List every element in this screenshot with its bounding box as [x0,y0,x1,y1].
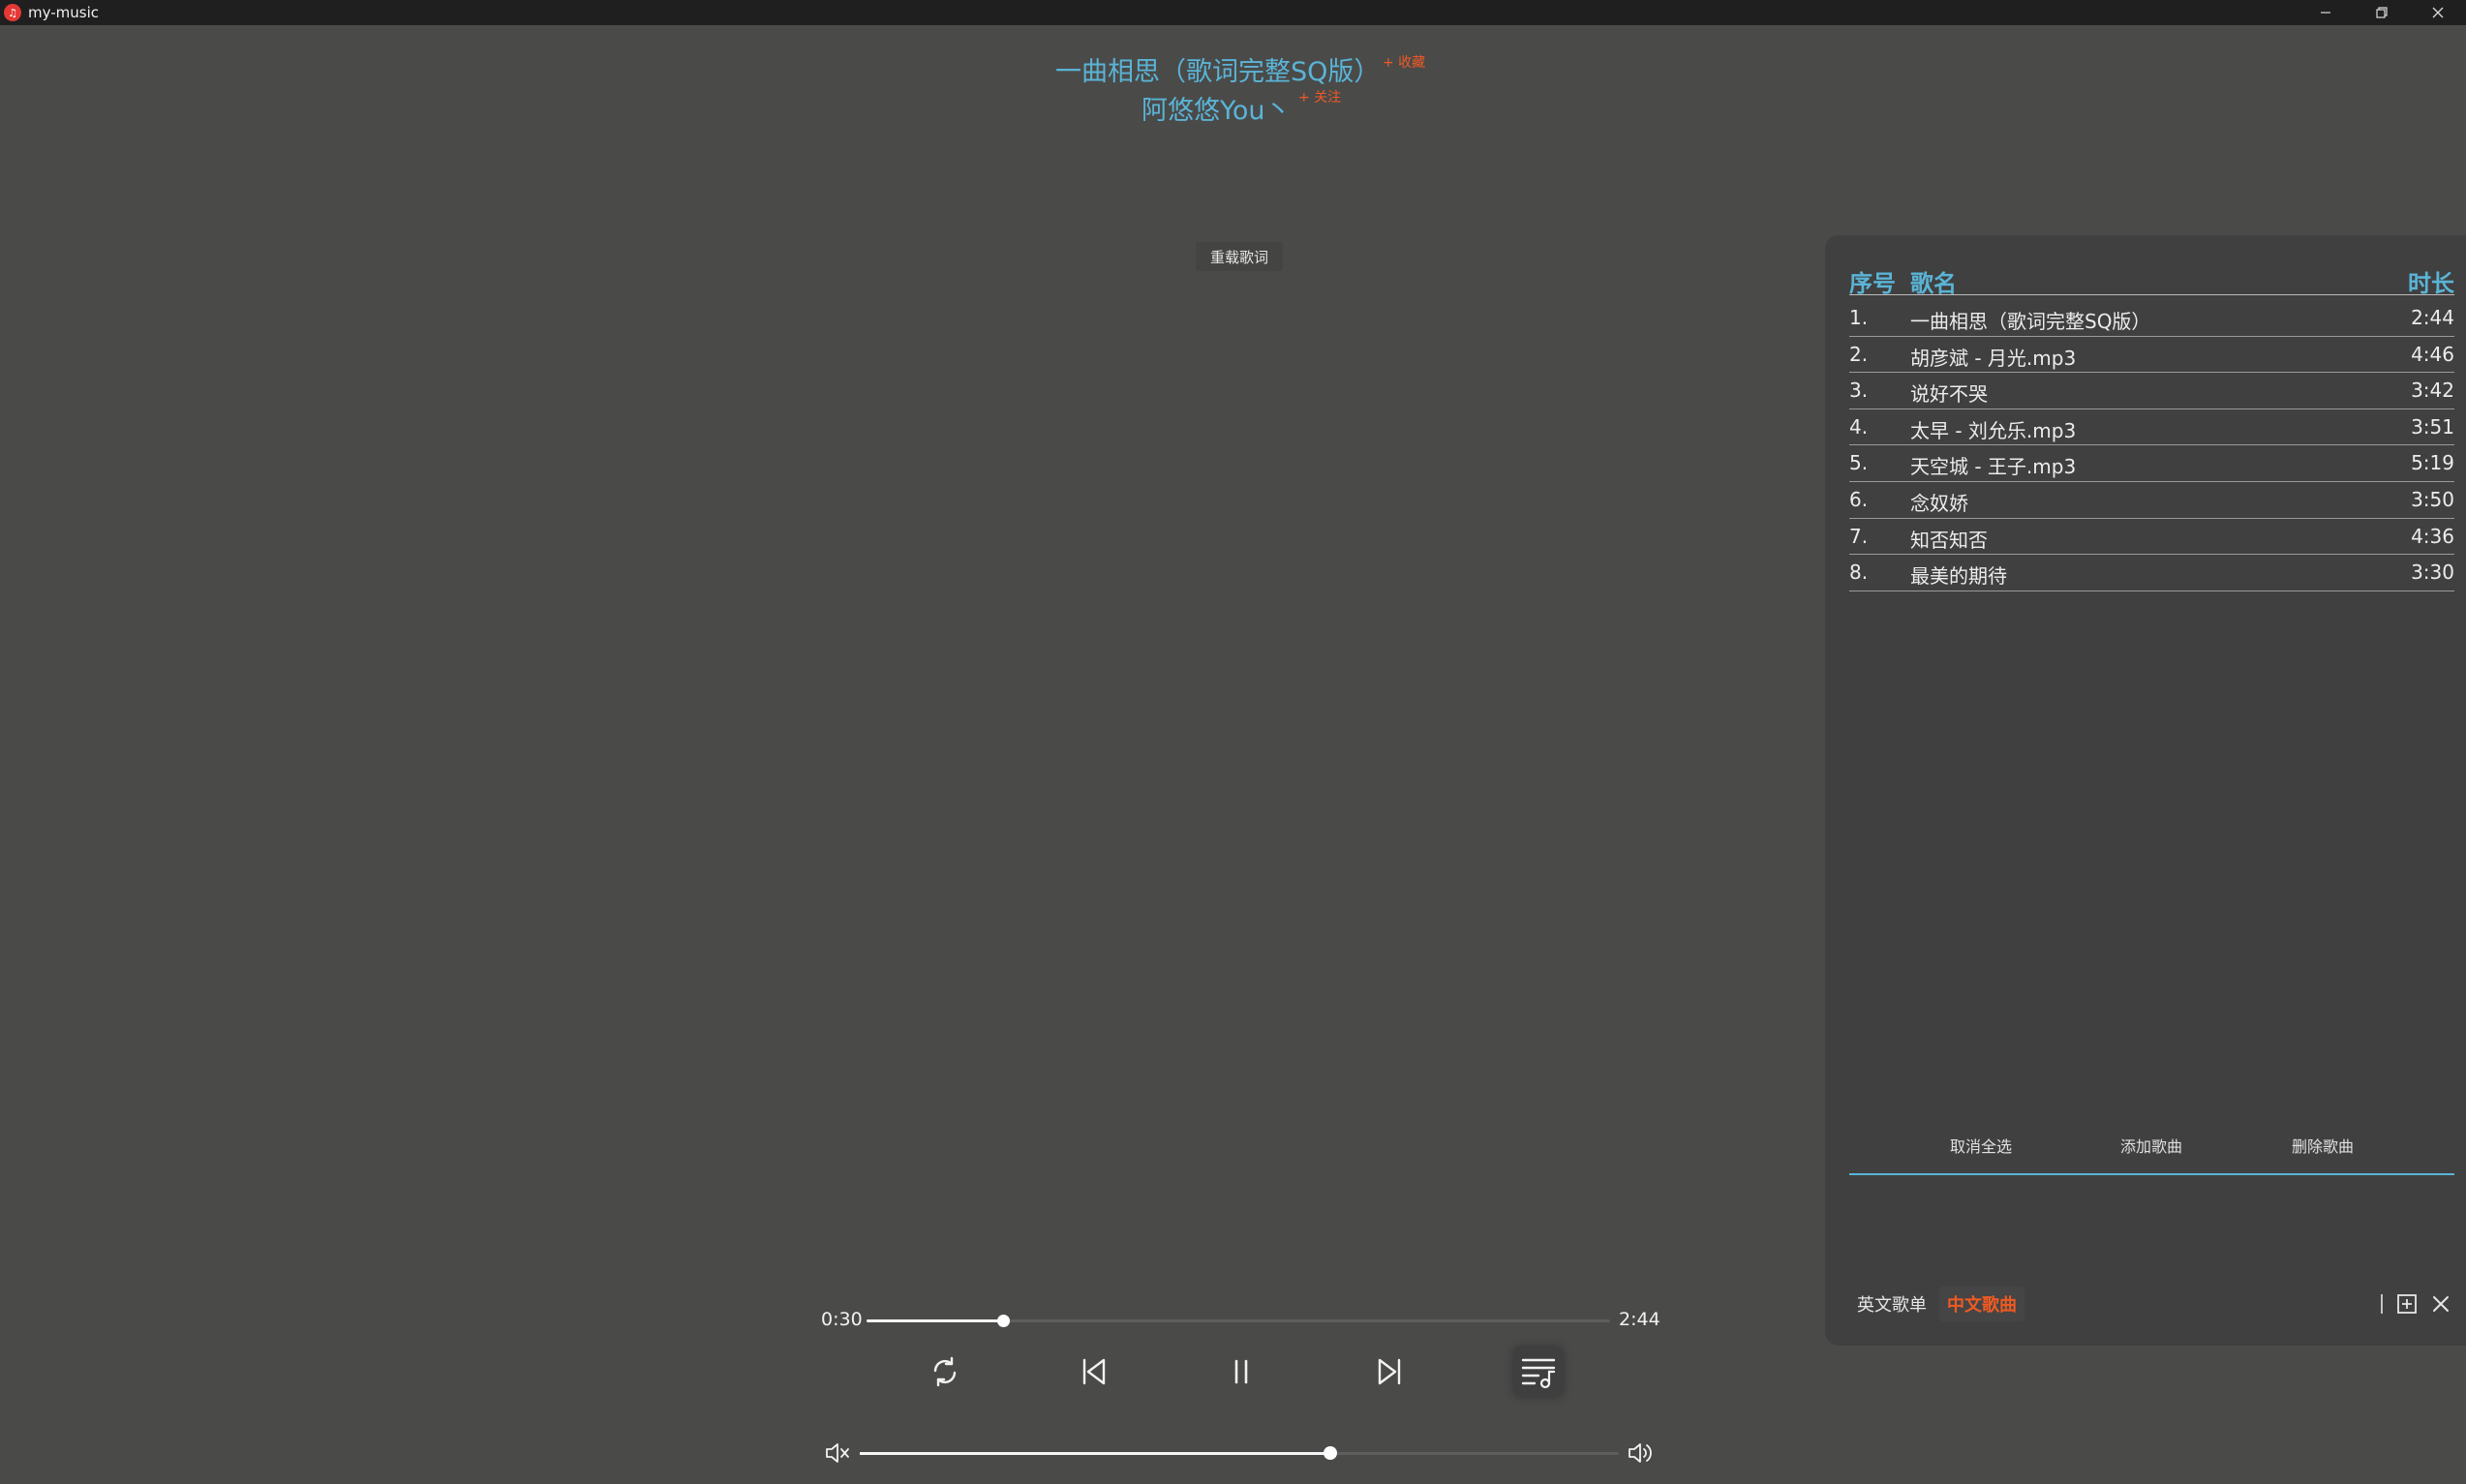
song-row[interactable]: 6. 念奴娇 3:50 [1849,482,2454,519]
song-name: 念奴娇 [1910,491,1968,515]
song-row[interactable]: 7. 知否知否 4:36 [1849,519,2454,556]
progress-fill [867,1319,1003,1322]
restore-button[interactable] [2354,0,2410,25]
playlist-footer: 英文歌单 中文歌曲 [1849,1287,2454,1321]
song-index: 8. [1849,560,1869,585]
volume-button[interactable] [1627,1439,1656,1467]
volume-fill [860,1452,1331,1455]
skip-previous-icon [1082,1358,1106,1385]
pause-button[interactable] [1217,1348,1265,1396]
song-name: 太早 - 刘允乐.mp3 [1910,418,2077,442]
volume-up-icon [1629,1443,1652,1463]
playlist-toggle-button[interactable] [1514,1348,1563,1396]
pause-icon [1234,1359,1248,1384]
minimize-button[interactable] [2298,0,2354,25]
column-header-index: 序号 [1849,270,1896,297]
volume-mute-icon [826,1443,849,1463]
music-note-icon: ♫ [4,4,21,21]
progress-handle[interactable] [996,1315,1010,1327]
skip-next-icon [1378,1358,1401,1385]
song-duration: 4:36 [2411,524,2454,548]
close-panel-button[interactable] [2427,1290,2454,1317]
song-list: 1. 一曲相思（歌词完整SQ版） 2:44 2. 胡彦斌 - 月光.mp3 4:… [1849,300,2454,591]
tab-chinese-songs[interactable]: 中文歌曲 [1939,1287,2025,1321]
song-index: 3. [1849,379,1869,403]
song-duration: 3:42 [2411,379,2454,403]
follow-button[interactable]: + 关注 [1298,87,1341,106]
song-name: 胡彦斌 - 月光.mp3 [1910,346,2077,370]
song-duration: 3:51 [2411,414,2454,439]
playlist-panel: 序号 歌名 时长 1. 一曲相思（歌词完整SQ版） 2:44 2. 胡彦斌 - … [1825,235,2466,1346]
song-row[interactable]: 8. 最美的期待 3:30 [1849,555,2454,591]
playlist-actions: 取消全选 添加歌曲 删除歌曲 [1849,1121,2454,1175]
window-title: my-music [28,4,99,21]
song-name: 说好不哭 [1910,382,1988,407]
artist-row: 阿悠悠You丶 + 关注 [1142,89,1341,127]
song-duration: 2:44 [2411,306,2454,329]
next-button[interactable] [1365,1348,1414,1396]
minimize-icon [2321,12,2330,14]
window-controls [2298,0,2466,25]
playlist-header: 序号 歌名 时长 [1849,264,2454,297]
song-duration: 4:46 [2411,342,2454,366]
divider-icon [2368,1290,2395,1317]
repeat-icon [933,1356,957,1387]
song-title: 一曲相思（歌词完整SQ版） [1055,57,1381,87]
song-name: 最美的期待 [1910,564,2007,589]
progress-slider[interactable] [867,1315,1610,1327]
song-row[interactable]: 1. 一曲相思（歌词完整SQ版） 2:44 [1849,300,2454,337]
column-header-name: 歌名 [1910,270,1957,297]
song-row[interactable]: 5. 天空城 - 王子.mp3 5:19 [1849,445,2454,482]
song-row[interactable]: 4. 太早 - 刘允乐.mp3 3:51 [1849,409,2454,446]
close-button[interactable] [2410,0,2466,25]
song-duration: 3:50 [2411,487,2454,511]
tab-english-playlist[interactable]: 英文歌单 [1849,1287,1934,1321]
song-row[interactable]: 3. 说好不哭 3:42 [1849,373,2454,409]
add-song-button[interactable]: 添加歌曲 [2098,1121,2205,1169]
close-icon [2433,1296,2449,1312]
deselect-all-button[interactable]: 取消全选 [1928,1121,2034,1169]
song-name: 知否知否 [1910,528,1988,552]
song-index: 6. [1849,487,1869,511]
song-name: 天空城 - 王子.mp3 [1910,455,2077,479]
collect-button[interactable]: + 收藏 [1383,52,1425,72]
volume-handle[interactable] [1324,1446,1338,1460]
song-index: 4. [1849,414,1869,439]
title-bar: ♫ my-music [0,0,2466,25]
volume-slider[interactable] [860,1446,1619,1460]
playlist-icon [1521,1358,1556,1389]
restore-icon [2376,7,2388,18]
previous-button[interactable] [1070,1348,1118,1396]
delete-song-button[interactable]: 删除歌曲 [2269,1121,2376,1169]
total-time: 2:44 [1619,1309,1660,1330]
reload-lyrics-button[interactable]: 重载歌词 [1196,242,1283,271]
add-box-icon [2397,1294,2417,1314]
add-playlist-button[interactable] [2393,1290,2420,1317]
song-name: 一曲相思（歌词完整SQ版） [1910,310,2151,333]
artist-name[interactable]: 阿悠悠You丶 [1142,96,1292,126]
song-row[interactable]: 2. 胡彦斌 - 月光.mp3 4:46 [1849,337,2454,374]
repeat-button[interactable] [921,1348,969,1396]
song-title-row: 一曲相思（歌词完整SQ版） + 收藏 [1055,50,1425,88]
song-duration: 5:19 [2411,451,2454,475]
mute-button[interactable] [823,1439,852,1467]
column-header-duration: 时长 [2408,270,2454,297]
song-index: 2. [1849,342,1869,366]
song-index: 5. [1849,451,1869,475]
song-duration: 3:30 [2411,560,2454,585]
song-index: 1. [1849,306,1869,329]
song-index: 7. [1849,524,1869,548]
current-time: 0:30 [821,1309,863,1330]
close-window-icon [2432,7,2444,18]
